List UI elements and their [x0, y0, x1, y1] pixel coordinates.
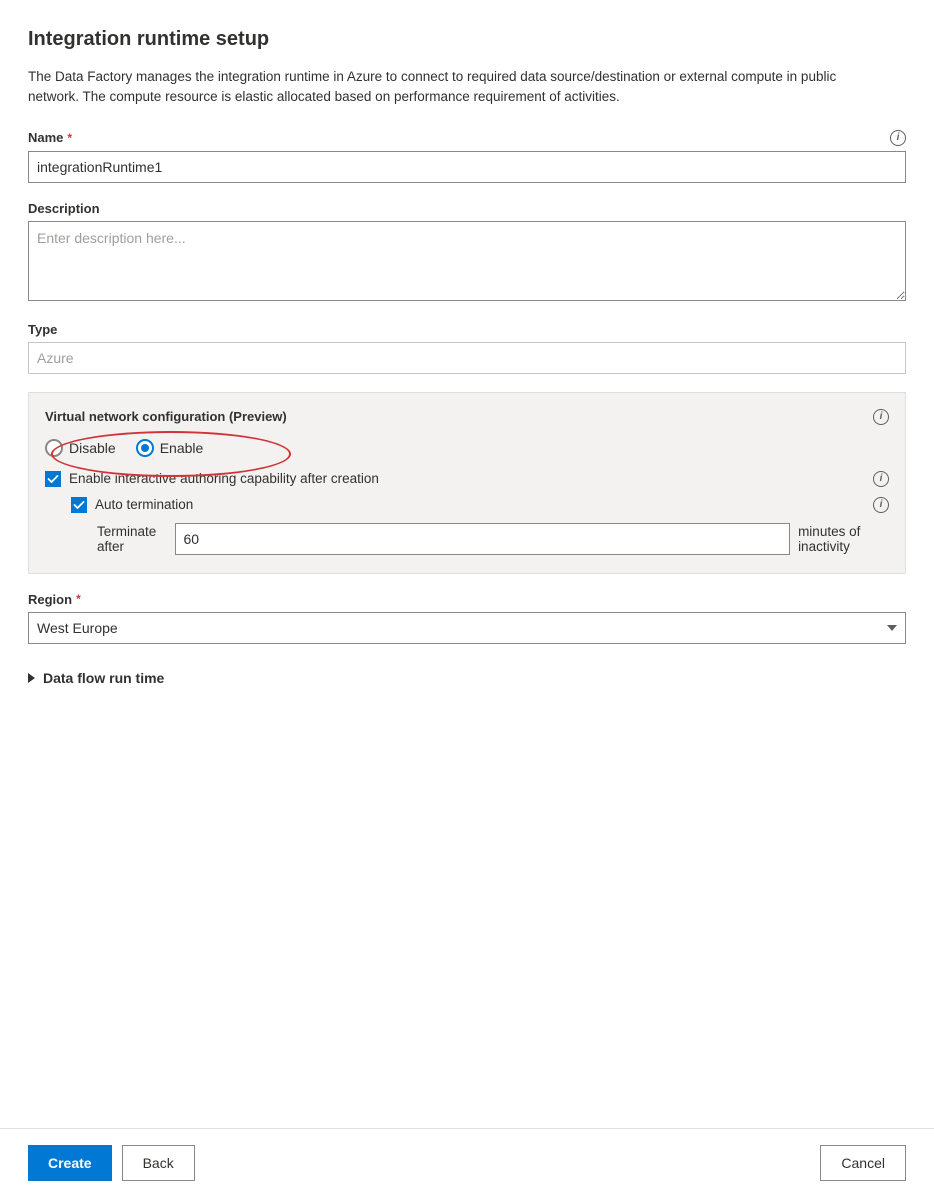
enable-authoring-label: Enable interactive authoring capability …: [69, 471, 379, 486]
virtual-network-section: Virtual network configuration (Preview) …: [28, 392, 906, 574]
type-label: Type: [28, 322, 906, 337]
name-required-star: *: [67, 131, 72, 145]
name-info-icon[interactable]: i: [890, 130, 906, 146]
virtual-network-info-icon[interactable]: i: [873, 409, 889, 425]
enable-radio-label: Enable: [160, 440, 204, 456]
description-input[interactable]: [28, 221, 906, 301]
auto-termination-row: Auto termination i: [71, 497, 889, 513]
enable-radio-circle: [136, 439, 154, 457]
virtual-network-radio-group: Disable Enable: [45, 439, 889, 457]
auto-termination-checkbox[interactable]: [71, 497, 87, 513]
region-field-group: Region * West Europe: [28, 592, 906, 644]
disable-radio-circle: [45, 439, 63, 457]
auto-termination-label: Auto termination: [95, 497, 193, 512]
name-field-group: Name * i: [28, 130, 906, 183]
terminate-after-input[interactable]: [175, 523, 791, 555]
region-value: West Europe: [37, 620, 118, 636]
name-input[interactable]: [28, 151, 906, 183]
footer: Create Back Cancel: [0, 1128, 934, 1197]
data-flow-runtime-row[interactable]: Data flow run time: [28, 670, 906, 686]
region-select[interactable]: West Europe: [28, 612, 906, 644]
region-chevron-icon: [887, 625, 897, 631]
footer-left-buttons: Create Back: [28, 1145, 195, 1181]
disable-radio[interactable]: Disable: [45, 439, 116, 457]
enable-authoring-row: Enable interactive authoring capability …: [45, 471, 889, 487]
enable-radio-dot: [141, 444, 149, 452]
terminate-after-label: Terminate after: [97, 524, 167, 554]
type-field-group: Type Azure: [28, 322, 906, 374]
auto-termination-info-icon[interactable]: i: [873, 497, 889, 513]
page-description: The Data Factory manages the integration…: [28, 67, 848, 108]
cancel-button[interactable]: Cancel: [820, 1145, 906, 1181]
enable-authoring-checkbox[interactable]: [45, 471, 61, 487]
virtual-network-title: Virtual network configuration (Preview): [45, 409, 287, 424]
enable-authoring-info-icon[interactable]: i: [873, 471, 889, 487]
description-label: Description: [28, 201, 906, 216]
terminate-after-row: Terminate after minutes of inactivity: [97, 523, 889, 555]
name-label: Name: [28, 130, 63, 145]
enable-radio[interactable]: Enable: [136, 439, 204, 457]
type-display: Azure: [28, 342, 906, 374]
page-title: Integration runtime setup: [28, 28, 906, 51]
region-required-star: *: [76, 592, 81, 606]
disable-radio-label: Disable: [69, 440, 116, 456]
data-flow-label: Data flow run time: [43, 670, 164, 686]
back-button[interactable]: Back: [122, 1145, 195, 1181]
region-label: Region: [28, 592, 72, 607]
data-flow-chevron-icon: [28, 673, 35, 683]
minutes-label: minutes of inactivity: [798, 524, 889, 554]
create-button[interactable]: Create: [28, 1145, 112, 1181]
description-field-group: Description: [28, 201, 906, 304]
